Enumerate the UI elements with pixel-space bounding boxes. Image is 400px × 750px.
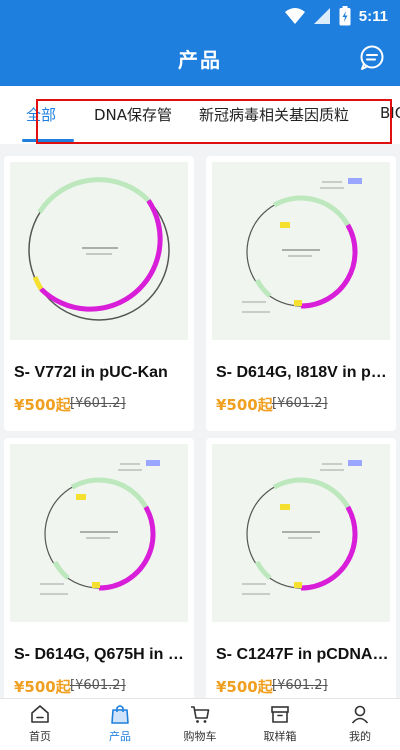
- product-card[interactable]: S- V772I in pUC-Kan ¥500起 [¥601.2]: [4, 156, 194, 431]
- plasmid-map-image: [10, 444, 188, 622]
- product-original-price: [¥601.2]: [70, 396, 126, 411]
- plasmid-map-image: [212, 444, 390, 622]
- box-icon: [271, 706, 289, 723]
- product-name: S- C1247F in pCDNA3.1(+): [216, 646, 390, 663]
- product-original-price: [¥601.2]: [272, 396, 328, 411]
- tab-all[interactable]: 全部: [26, 104, 56, 125]
- product-price: ¥500起: [216, 396, 273, 414]
- product-price: ¥500起: [216, 678, 273, 696]
- battery-icon: [339, 6, 351, 26]
- nav-products[interactable]: 产品: [80, 703, 160, 744]
- product-card[interactable]: S- C1247F in pCDNA3.1(+) ¥500起 [¥601.2]: [206, 438, 396, 698]
- cart-icon: [191, 706, 210, 723]
- category-tabs: 全部 DNA保存管 新冠病毒相关基因质粒 BIO: [0, 86, 400, 144]
- status-time: 5:11: [358, 7, 388, 25]
- nav-products-label: 产品: [109, 730, 131, 743]
- product-name: S- D614G, Q675H in pCDNA3.1(+): [14, 646, 188, 663]
- nav-profile[interactable]: 我的: [320, 703, 400, 744]
- user-icon: [351, 705, 369, 724]
- plasmid-map-image: [212, 162, 390, 340]
- status-icons: 5:11: [284, 6, 388, 26]
- bottom-nav: 首页 产品 购物车 取样箱 我的: [0, 698, 400, 750]
- nav-sample-box[interactable]: 取样箱: [240, 703, 320, 744]
- signal-icon: [313, 8, 330, 24]
- chat-icon[interactable]: [358, 44, 386, 72]
- product-price: ¥500起: [14, 396, 71, 414]
- tab-covid-plasmids[interactable]: 新冠病毒相关基因质粒: [199, 104, 349, 125]
- nav-profile-label: 我的: [349, 730, 371, 743]
- product-name: S- V772I in pUC-Kan: [14, 364, 168, 381]
- app-bar: 产品: [0, 30, 400, 86]
- product-card[interactable]: S- D614G, Q675H in pCDNA3.1(+) ¥500起 [¥6…: [4, 438, 194, 698]
- plasmid-map-image: [10, 162, 188, 340]
- nav-sample-box-label: 取样箱: [263, 730, 297, 743]
- nav-home-label: 首页: [29, 730, 51, 743]
- product-grid: S- V772I in pUC-Kan ¥500起 [¥601.2] S- D6…: [0, 150, 400, 698]
- nav-cart[interactable]: 购物车: [160, 703, 240, 744]
- status-bar: 5:11: [0, 0, 400, 30]
- nav-cart-label: 购物车: [183, 730, 217, 743]
- home-icon: [31, 705, 49, 723]
- bag-icon: [111, 705, 129, 724]
- tab-bio[interactable]: BIO: [380, 104, 400, 122]
- product-original-price: [¥601.2]: [70, 678, 126, 693]
- product-price: ¥500起: [14, 678, 71, 696]
- product-original-price: [¥601.2]: [272, 678, 328, 693]
- nav-home[interactable]: 首页: [0, 703, 80, 744]
- product-card[interactable]: S- D614G, I818V in pCDNA3.1(+) ¥500起 [¥6…: [206, 156, 396, 431]
- page-title: 产品: [178, 48, 222, 72]
- wifi-icon: [284, 8, 305, 24]
- active-tab-indicator: [22, 139, 74, 142]
- product-name: S- D614G, I818V in pCDNA3.1(+): [216, 364, 390, 381]
- tab-dna-tubes[interactable]: DNA保存管: [94, 104, 172, 125]
